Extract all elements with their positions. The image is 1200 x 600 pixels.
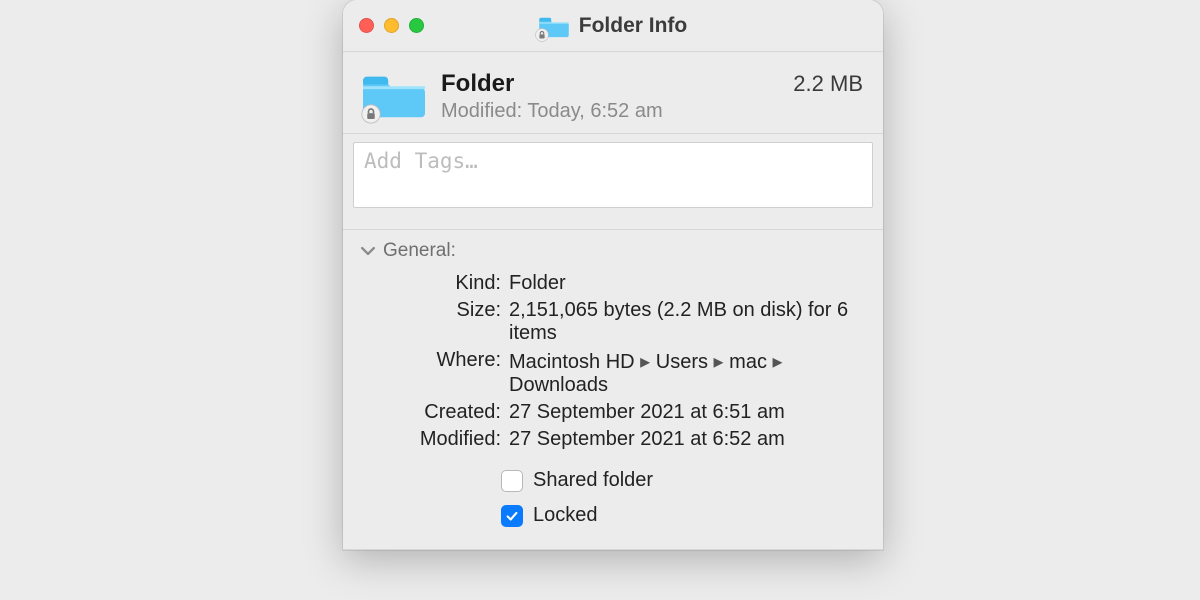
size-value: 2,151,065 bytes (2.2 MB on disk) for 6 i… (509, 299, 865, 345)
window-title: Folder Info (579, 14, 688, 38)
created-label: Created: (373, 401, 501, 424)
locked-checkbox[interactable]: Locked (501, 504, 865, 527)
titlebar: Folder Info (343, 0, 883, 52)
item-name: Folder (441, 70, 514, 98)
minimize-window-button[interactable] (384, 18, 399, 33)
kind-value: Folder (509, 272, 865, 295)
where-value: Macintosh HD ▸ Users ▸ mac ▸ Downloads (509, 349, 865, 397)
modified-value: 27 September 2021 at 6:52 am (509, 428, 865, 451)
zoom-window-button[interactable] (409, 18, 424, 33)
kind-label: Kind: (373, 272, 501, 295)
checkbox-icon (501, 505, 523, 527)
summary-header: Folder 2.2 MB Modified: Today, 6:52 am (343, 52, 883, 134)
folder-icon (539, 14, 569, 38)
lock-icon (361, 104, 381, 124)
folder-icon (363, 68, 425, 120)
item-modified: Modified: Today, 6:52 am (441, 100, 863, 123)
modified-label: Modified: (373, 428, 501, 451)
general-section: General: Kind: Folder Size: 2,151,065 by… (343, 230, 883, 550)
locked-label: Locked (533, 504, 598, 527)
close-window-button[interactable] (359, 18, 374, 33)
general-section-title: General: (383, 240, 456, 262)
created-value: 27 September 2021 at 6:51 am (509, 401, 865, 424)
lock-icon (535, 28, 549, 42)
shared-folder-label: Shared folder (533, 469, 653, 492)
tags-input[interactable] (353, 142, 873, 208)
general-disclosure[interactable]: General: (361, 240, 865, 262)
item-size: 2.2 MB (793, 71, 863, 97)
chevron-down-icon (361, 244, 375, 258)
tags-section (343, 134, 883, 230)
checkbox-icon (501, 470, 523, 492)
window-controls (359, 18, 424, 33)
size-label: Size: (373, 299, 501, 345)
where-label: Where: (373, 349, 501, 397)
folder-info-window: Folder Info Folder 2.2 MB Mo (343, 0, 883, 550)
shared-folder-checkbox[interactable]: Shared folder (501, 469, 865, 492)
